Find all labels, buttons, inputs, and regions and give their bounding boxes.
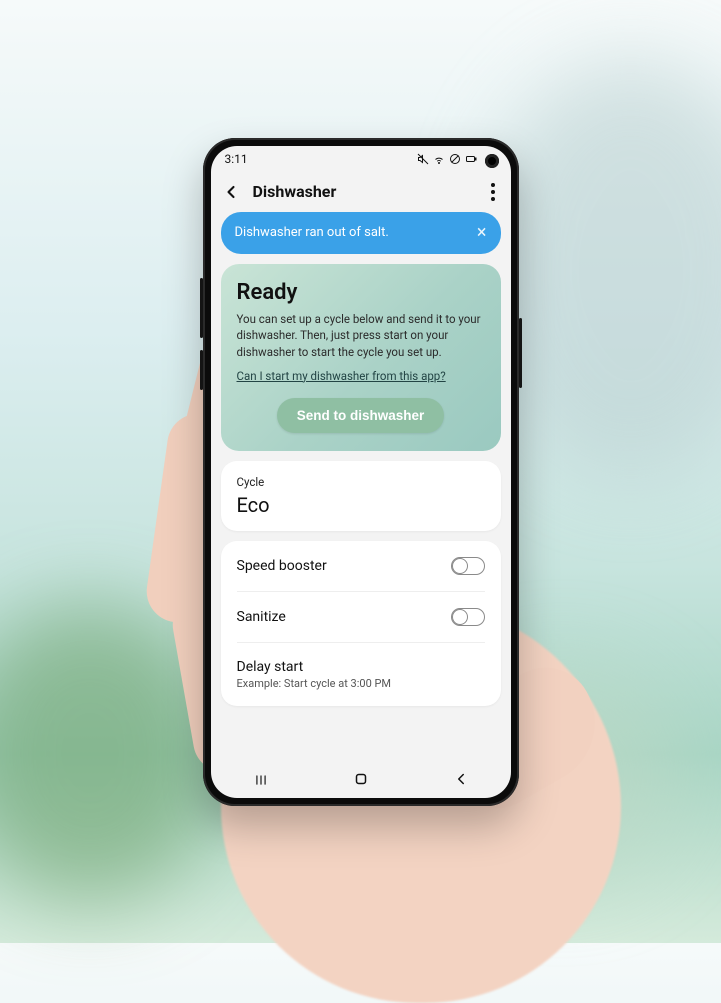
cycle-label: Cycle <box>237 475 485 489</box>
ready-card: Ready You can set up a cycle below and s… <box>221 264 501 451</box>
back-nav-icon[interactable] <box>452 770 470 792</box>
cycle-value: Eco <box>237 493 485 517</box>
speed-booster-row[interactable]: Speed booster <box>237 541 485 592</box>
sanitize-row[interactable]: Sanitize <box>237 592 485 643</box>
ready-help-link[interactable]: Can I start my dishwasher from this app? <box>237 369 446 383</box>
cycle-card[interactable]: Cycle Eco <box>221 461 501 531</box>
system-nav-bar <box>211 764 511 798</box>
alert-text: Dishwasher ran out of salt. <box>235 225 389 240</box>
back-icon[interactable] <box>221 182 241 202</box>
alert-banner: Dishwasher ran out of salt. × <box>221 212 501 254</box>
ready-body: You can set up a cycle below and send it… <box>237 311 485 361</box>
screen: 3:11 Dishwasher <box>211 146 511 798</box>
speed-booster-toggle[interactable] <box>451 557 485 575</box>
delay-start-sub: Example: Start cycle at 3:00 PM <box>237 677 392 690</box>
phone-side-button <box>519 318 522 388</box>
status-bar: 3:11 <box>211 146 511 172</box>
content: Dishwasher ran out of salt. × Ready You … <box>211 212 511 764</box>
phone-frame: 3:11 Dishwasher <box>203 138 519 806</box>
phone-side-button <box>200 350 203 390</box>
recents-icon[interactable] <box>252 772 270 791</box>
phone-side-button <box>200 278 203 338</box>
front-camera <box>485 154 499 168</box>
options-card: Speed booster Sanitize Delay start Examp… <box>221 541 501 706</box>
sanitize-label: Sanitize <box>237 609 286 625</box>
ready-title: Ready <box>237 280 485 305</box>
delay-start-label: Delay start <box>237 659 392 675</box>
close-icon[interactable]: × <box>477 224 487 242</box>
mute-icon <box>417 153 429 165</box>
wifi-icon <box>433 153 445 165</box>
status-time: 3:11 <box>225 152 248 166</box>
battery-icon <box>465 153 477 165</box>
speed-booster-label: Speed booster <box>237 558 327 574</box>
page-title: Dishwasher <box>253 182 337 201</box>
send-to-dishwasher-button[interactable]: Send to dishwasher <box>277 398 445 433</box>
no-sim-icon <box>449 153 461 165</box>
home-icon[interactable] <box>352 770 370 792</box>
more-menu-icon[interactable] <box>485 177 501 207</box>
app-header: Dishwasher <box>211 172 511 212</box>
delay-start-row[interactable]: Delay start Example: Start cycle at 3:00… <box>237 643 485 706</box>
sanitize-toggle[interactable] <box>451 608 485 626</box>
